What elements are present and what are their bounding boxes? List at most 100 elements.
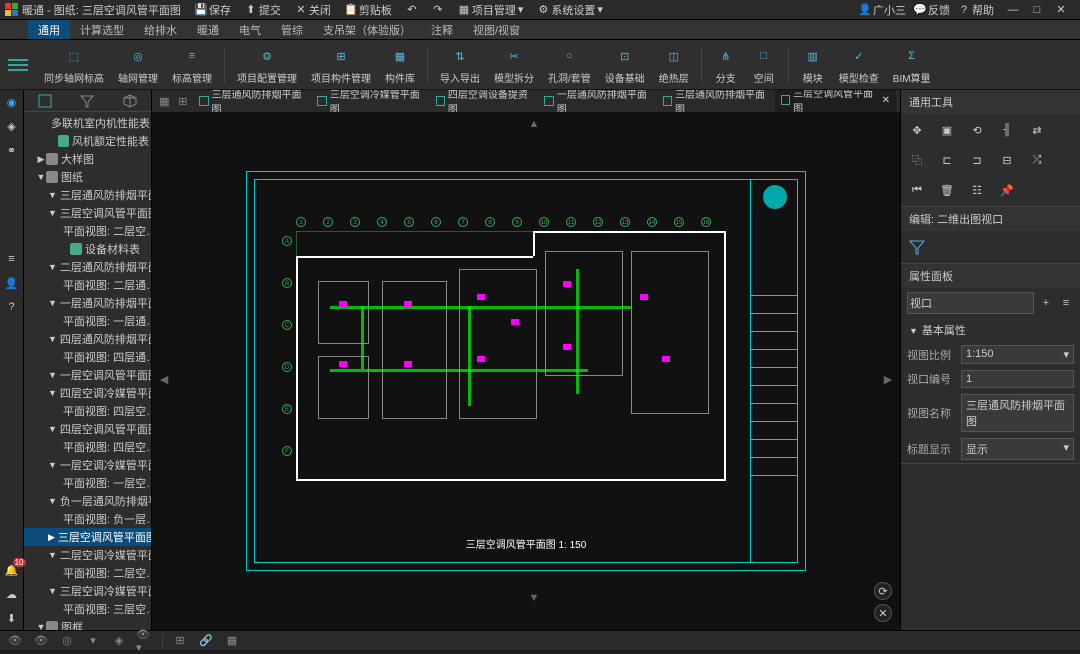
- tree-node-24[interactable]: ▼二层空调冷媒管平面图: [24, 546, 151, 564]
- add-type-button[interactable]: +: [1038, 295, 1054, 311]
- menu-tab-3[interactable]: 暖通: [187, 20, 229, 39]
- activity-link-icon[interactable]: ⚭: [4, 142, 20, 158]
- sidebar-tab-3d[interactable]: [109, 90, 151, 111]
- stack-tool-icon[interactable]: ☷: [967, 180, 987, 200]
- refresh-view-button[interactable]: ⟳: [874, 582, 892, 600]
- user-menu[interactable]: 👤广小三: [855, 2, 910, 18]
- project-tree[interactable]: 多联机室内机性能表风机额定性能表▶大样图▼图纸▼三层通风防排烟平面图▼三层空调风…: [24, 112, 151, 630]
- doc-tab-3[interactable]: 一层通风防排烟平面图: [538, 90, 654, 112]
- distribute-icon[interactable]: ⊟: [997, 150, 1017, 170]
- menu-tab-5[interactable]: 管综: [271, 20, 313, 39]
- ribbon-轴网管理[interactable]: ◎轴网管理: [112, 42, 164, 87]
- tab-list-icon[interactable]: ⊞: [175, 93, 192, 109]
- filter-edit-icon[interactable]: [907, 237, 927, 257]
- tree-node-0[interactable]: 多联机室内机性能表: [24, 114, 151, 132]
- activity-help-icon[interactable]: ?: [4, 299, 20, 315]
- back-tool-icon[interactable]: ⏮: [907, 180, 927, 200]
- menu-tab-2[interactable]: 给排水: [134, 20, 187, 39]
- maximize-button[interactable]: □: [1030, 3, 1044, 17]
- menu-tab-8[interactable]: 视图/视窗: [463, 20, 530, 39]
- tree-node-21[interactable]: ▼负一层通风防排烟平…: [24, 492, 151, 510]
- copy-tool-icon[interactable]: ⿻: [907, 150, 927, 170]
- tree-node-12[interactable]: ▼四层通风防排烟平面图: [24, 330, 151, 348]
- ribbon-toggle[interactable]: [8, 55, 28, 75]
- sidebar-tab-list[interactable]: [24, 90, 66, 111]
- tree-node-13[interactable]: 平面视图: 四层通…: [24, 348, 151, 366]
- pan-down-icon[interactable]: ▼: [526, 590, 542, 606]
- activity-user-icon[interactable]: 👤: [4, 275, 20, 291]
- tree-node-16[interactable]: 平面视图: 四层空…: [24, 402, 151, 420]
- close-view-button[interactable]: ✕: [874, 604, 892, 622]
- ribbon-模型检查[interactable]: ✓模型检查: [833, 42, 885, 87]
- cloud-icon[interactable]: ☁: [4, 586, 20, 602]
- ribbon-导入导出[interactable]: ⇅导入导出: [434, 42, 486, 87]
- tree-node-8[interactable]: ▼二层通风防排烟平面图: [24, 258, 151, 276]
- mirror-tool-icon[interactable]: ⇄: [1027, 120, 1047, 140]
- element-type-select[interactable]: 视口: [907, 292, 1034, 314]
- doc-tab-5[interactable]: 三层空调风管平面图✕: [775, 90, 896, 112]
- menu-tab-7[interactable]: 注释: [421, 20, 463, 39]
- clipboard-button[interactable]: 📋剪贴板: [341, 2, 396, 18]
- prop-value-1[interactable]: 1: [961, 370, 1074, 388]
- delete-tool-icon[interactable]: 🗑: [937, 180, 957, 200]
- sb-target-icon[interactable]: ◎: [58, 633, 76, 649]
- download-icon[interactable]: ⬇: [4, 610, 20, 626]
- tree-node-10[interactable]: ▼一层通风防排烟平面图: [24, 294, 151, 312]
- activity-lines-icon[interactable]: ≡: [4, 251, 20, 267]
- ribbon-分支[interactable]: ⋔分支: [708, 42, 744, 87]
- notification-icon[interactable]: 🔔: [4, 562, 20, 578]
- align-tool-icon[interactable]: ╢: [997, 120, 1017, 140]
- ribbon-绝热层[interactable]: ◫绝热层: [653, 42, 695, 87]
- tree-node-4[interactable]: ▼三层通风防排烟平面图: [24, 186, 151, 204]
- doc-tab-4[interactable]: 三层通风防排烟平面图: [657, 90, 773, 112]
- pan-left-icon[interactable]: ◀: [156, 371, 172, 387]
- move-tool-icon[interactable]: ✥: [907, 120, 927, 140]
- rotate-tool-icon[interactable]: ⟲: [967, 120, 987, 140]
- ribbon-BIM算量[interactable]: ΣBIM算量: [887, 42, 937, 87]
- tree-node-15[interactable]: ▼四层空调冷媒管平面图: [24, 384, 151, 402]
- ribbon-标高管理[interactable]: ≡标高管理: [166, 42, 218, 87]
- ribbon-设备基础[interactable]: ⊡设备基础: [599, 42, 651, 87]
- sidebar-tab-filter[interactable]: [66, 90, 108, 111]
- tab-grid-icon[interactable]: ▦: [156, 93, 173, 109]
- tree-node-7[interactable]: 设备材料表: [24, 240, 151, 258]
- prop-value-2[interactable]: 三层通风防排烟平面图: [961, 394, 1074, 432]
- tree-node-28[interactable]: ▼图框: [24, 618, 151, 630]
- save-button[interactable]: 💾保存: [191, 2, 235, 18]
- pin-tool-icon[interactable]: 📌: [997, 180, 1017, 200]
- ribbon-空间[interactable]: □空间: [746, 42, 782, 87]
- doc-tab-1[interactable]: 三层空调冷媒管平面图: [311, 90, 427, 112]
- project-menu[interactable]: ▦项目管理 ▾: [454, 2, 528, 18]
- ribbon-项目配置管理[interactable]: ⚙项目配置管理: [231, 42, 303, 87]
- feedback-button[interactable]: 💬反馈: [910, 2, 954, 18]
- align-right-icon[interactable]: ⊐: [967, 150, 987, 170]
- sb-eye2-icon[interactable]: 👁: [32, 633, 50, 649]
- tree-node-20[interactable]: 平面视图: 一层空…: [24, 474, 151, 492]
- menu-tab-1[interactable]: 计算选型: [70, 20, 134, 39]
- close-doc-button[interactable]: ✕关闭: [291, 2, 335, 18]
- align-left-icon[interactable]: ⊏: [937, 150, 957, 170]
- tree-node-17[interactable]: ▼四层空调风管平面图: [24, 420, 151, 438]
- undo-button[interactable]: ↶: [402, 2, 422, 18]
- tree-node-1[interactable]: 风机额定性能表: [24, 132, 151, 150]
- sb-dropdown-icon[interactable]: ▾: [84, 633, 102, 649]
- sb-grid-icon[interactable]: ▦: [223, 633, 241, 649]
- prop-value-3[interactable]: 显示 ▾: [961, 438, 1074, 460]
- ribbon-模型拆分[interactable]: ✂模型拆分: [488, 42, 540, 87]
- close-tab-icon[interactable]: ✕: [882, 95, 890, 106]
- tree-node-2[interactable]: ▶大样图: [24, 150, 151, 168]
- minimize-button[interactable]: —: [1006, 3, 1020, 17]
- prop-value-0[interactable]: 1:150 ▾: [961, 345, 1074, 364]
- system-menu[interactable]: ⚙系统设置 ▾: [533, 2, 607, 18]
- sb-layers-icon[interactable]: ◈: [110, 633, 128, 649]
- basic-props-header[interactable]: ▼基本属性: [901, 318, 1080, 342]
- close-window-button[interactable]: ✕: [1054, 3, 1068, 17]
- tree-node-22[interactable]: 平面视图: 负一层…: [24, 510, 151, 528]
- doc-tab-0[interactable]: 三层通风防排烟平面图: [193, 90, 309, 112]
- sb-view-icon[interactable]: 👁 ▾: [136, 633, 154, 649]
- tree-node-26[interactable]: ▼三层空调冷媒管平面图: [24, 582, 151, 600]
- ribbon-孔洞/套管[interactable]: ○孔洞/套管: [542, 42, 597, 87]
- tree-node-27[interactable]: 平面视图: 三层空…: [24, 600, 151, 618]
- menu-tab-6[interactable]: 支吊架（体验版）: [313, 20, 421, 39]
- drawing-viewport[interactable]: ▲ ▼ ◀ ▶ 12345678910111213141516ABCDEF: [152, 112, 900, 630]
